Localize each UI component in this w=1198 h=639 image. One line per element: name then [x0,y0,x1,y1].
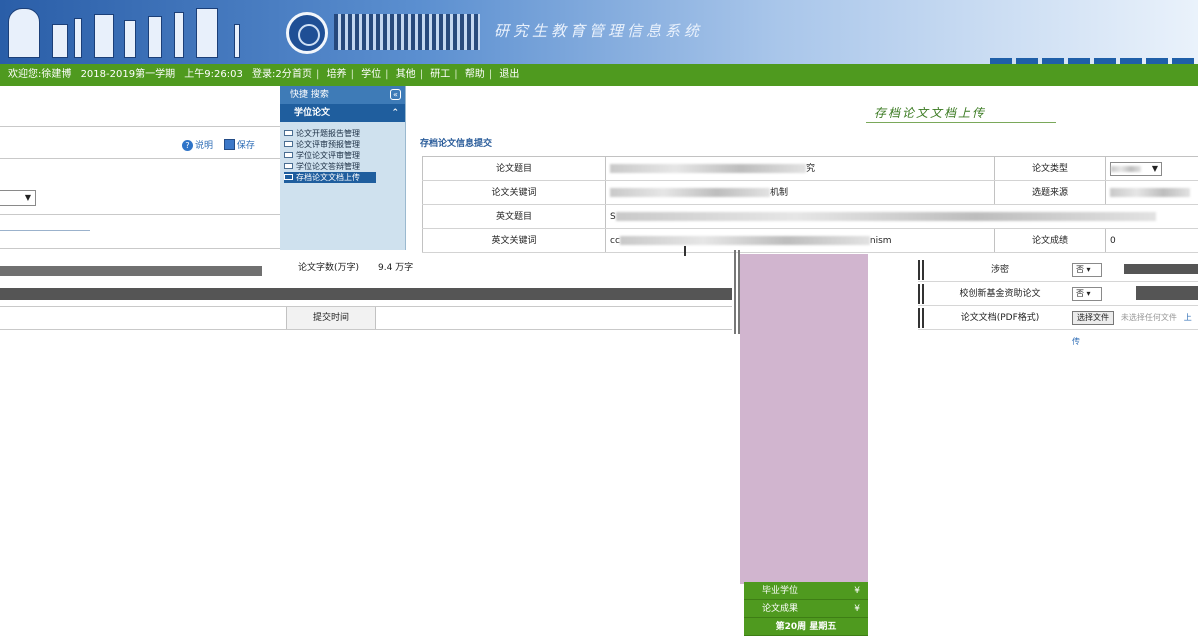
label-thesis-score: 论文成绩 [994,229,1106,252]
title-underline [866,122,1056,123]
help-link[interactable]: 说明 [195,141,213,151]
nav-home[interactable]: 首页 [292,69,312,80]
welcome-info: 欢迎您:徐建博 2018-2019第一学期 上午9:26:03 登录:2分 [8,64,298,86]
label-pdf-document: 论文文档(PDF格式) [960,313,1040,323]
document-icon [284,174,293,180]
page-title: 存档论文文档上传 [874,106,987,120]
form-row-title: 论文题目 究 论文类型 ▼ [422,157,1198,181]
label-confidential: 涉密 [990,265,1009,275]
label-english-keywords: 英文关键词 [422,229,606,252]
select-topic-source[interactable] [1110,181,1190,204]
file-status: 未选择任何文件 [1120,313,1177,322]
document-icon [284,152,293,158]
sidebar-shortcuts: 快捷 搜索 « [280,86,405,104]
top-navbar: 欢迎您:徐建博 2018-2019第一学期 上午9:26:03 登录:2分 首页… [0,64,1198,86]
form-row-keywords: 论文关键词 机制 选题来源 [422,181,1198,205]
field-english-keywords[interactable]: cc nism [610,229,892,252]
filter-select[interactable]: ▼ [0,190,36,206]
help-save-row: ? 说明 保存 [182,138,255,151]
label-english-title: 英文题目 [422,205,606,228]
header-banner: 研究生教育管理信息系统 [0,0,1198,64]
row-pdf-upload: 论文文档(PDF格式) 选择文件 未选择任何文件 上传 [918,306,1198,346]
sidebar-group-thesis[interactable]: 学位论文 ⌃ [280,104,405,122]
sidebar-item-prereview[interactable]: 论文评审预报管理 [284,139,405,150]
label-title: 论文题目 [422,157,606,180]
overlay-strip [0,288,732,300]
label-word-count: 论文字数(万字) [298,263,360,273]
sidebar-item-defense[interactable]: 学位论文答辩管理 [284,161,405,172]
field-title[interactable]: 究 [610,157,815,180]
form-row-english-title: 英文题目 S [422,205,1198,229]
sidebar-list: 论文开题报告管理 论文评审预报管理 学位论文评审管理 学位论文答辩管理 存档论文… [280,122,405,183]
label-topic-source: 选题来源 [994,181,1106,204]
submit-time-row: 提交时间 [0,306,732,330]
group-label: 学位论文 [294,108,331,118]
sidebar-item-proposal[interactable]: 论文开题报告管理 [284,128,405,139]
field-thesis-score: 0 [1110,236,1116,246]
select-confidential[interactable]: 否 ▾ [1072,258,1102,282]
nav-help[interactable]: 帮助 [465,69,485,80]
select-thesis-type[interactable]: ▼ [1110,157,1162,180]
system-title: 研究生教育管理信息系统 [494,22,704,40]
overlay-panel [740,254,868,584]
chevron-down-icon: ¥ [854,604,860,614]
building-graphic [334,14,480,50]
sidebar-item-review[interactable]: 学位论文评审管理 [284,150,405,161]
collapse-icon[interactable]: « [390,89,401,100]
choose-file-button[interactable]: 选择文件 [1072,310,1114,325]
help-icon[interactable]: ? [182,140,193,151]
clock: 上午9:26:03 [184,69,243,80]
form-section-title: 存档论文信息提交 [420,139,493,149]
overlay-strip [0,266,262,276]
left-content-panel: ? 说明 保存 ▼ [0,86,280,256]
document-icon [284,141,293,147]
label-submit-time: 提交时间 [286,307,376,329]
file-upload-group: 选择文件 未选择任何文件 上传 [1072,306,1198,354]
sidebar-menu: 快捷 搜索 « 学位论文 ⌃ 论文开题报告管理 论文评审预报管理 学位论文评审管… [280,86,406,250]
sidebar-item-archive-upload[interactable]: 存档论文文档上传 [284,172,376,183]
field-english-title[interactable]: S [610,205,1156,228]
field-keywords[interactable]: 机制 [610,181,788,204]
label-keywords: 论文关键词 [422,181,606,204]
nav-logout[interactable]: 退出 [499,69,519,80]
top-menu: 首页 | 培养 | 学位 | 其他 | 研工 | 帮助 | 退出 [292,69,520,80]
save-link[interactable]: 保存 [237,141,255,151]
label-thesis-type: 论文类型 [994,157,1106,180]
shortcuts-label[interactable]: 快捷 搜索 [290,90,329,100]
thesis-form: 论文题目 究 论文类型 ▼ 论文关键词 机制 选题来源 英文题目 S 英文关键词… [422,156,1198,254]
document-icon [284,130,293,136]
field-word-count[interactable]: 9.4 万字 [378,260,413,273]
week-indicator: 第20周 星期五 [744,618,868,636]
nav-degree[interactable]: 学位 [361,69,381,80]
nav-research-work[interactable]: 研工 [430,69,450,80]
word-count-row: 论文字数(万字) 9.4 万字 [266,256,734,276]
menu-graduation-degree[interactable]: 毕业学位 ¥ [744,582,868,600]
welcome-user: 欢迎您:徐建博 [8,69,72,80]
chevron-down-icon: ¥ [854,586,860,596]
save-icon[interactable] [223,139,235,150]
school-emblem-icon [286,12,328,54]
form-row-english-keywords: 英文关键词 cc nism 论文成绩 0 [422,229,1198,253]
login-duration: 登录:2分 [252,69,292,80]
label-innovation-fund: 校创新基金资助论文 [959,289,1041,299]
current-term: 2018-2019第一学期 [80,69,176,80]
nav-training[interactable]: 培养 [327,69,347,80]
menu-thesis-results[interactable]: 论文成果 ¥ [744,600,868,618]
bottom-green-menu: 毕业学位 ¥ 论文成果 ¥ 第20周 星期五 [744,582,868,636]
chevron-up-icon: ⌃ [391,108,399,118]
nav-other[interactable]: 其他 [396,69,416,80]
document-icon [284,163,293,169]
select-innovation-fund[interactable]: 否 ▾ [1072,282,1102,306]
university-logo [8,6,270,58]
